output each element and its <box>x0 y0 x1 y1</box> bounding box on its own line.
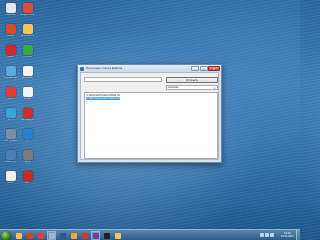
antivirus-icon <box>22 108 33 118</box>
game-icon <box>22 150 33 160</box>
desktop-icon-label: Файл <box>7 182 14 184</box>
path-input[interactable] <box>84 77 162 82</box>
window-client: Открыть AutoSize ▾ C:\Windows\System32\f… <box>80 72 219 160</box>
taskbar-app-icon <box>81 232 88 239</box>
app-icon <box>80 66 84 71</box>
desktop-icon-label: Chrome <box>23 56 32 58</box>
desktop-icon-label: Opera <box>7 56 14 58</box>
taskbar-media-icon <box>26 232 33 239</box>
clock[interactable]: 16:16 19.02.2015 <box>281 232 294 239</box>
desktop-icon[interactable]: PDF <box>20 171 35 184</box>
desktop-icon-label: Фото <box>7 119 14 121</box>
desktop-icon-label: IE <box>26 140 29 142</box>
taskbar-button[interactable] <box>25 231 34 240</box>
photo-icon <box>5 108 16 118</box>
desktop-icon[interactable]: Сеть <box>3 87 18 100</box>
file-listbox[interactable]: C:\Windows\System32\file1.txt C:\Windows… <box>84 92 218 159</box>
desktop-icon[interactable]: Компьютер <box>3 66 18 79</box>
clock-date: 19.02.2015 <box>280 234 294 238</box>
taskbar-folder-icon <box>114 232 121 239</box>
desktop-icon-label: Компьютер <box>3 77 18 79</box>
desktop-icon-label: Настройки <box>4 140 17 142</box>
minimize-button[interactable]: – <box>191 65 199 71</box>
desktop-icon[interactable]: Файл <box>3 171 18 184</box>
taskbar-chrome-icon <box>70 232 77 239</box>
window-title: Получение списка файлов <box>86 66 123 70</box>
chevron-down-icon[interactable]: ▾ <box>213 87 217 91</box>
desktop-icon-label: Документ <box>21 77 34 79</box>
list-item-selected[interactable]: C:\Windows\System32\file2.txt <box>86 96 120 100</box>
desktop-icon[interactable]: Корзина <box>3 3 18 16</box>
file-icon <box>5 171 16 181</box>
taskbar-button[interactable] <box>91 231 100 240</box>
desktop-icon[interactable]: Adobe <box>3 24 18 37</box>
desktop-icon-label: Антивирус <box>21 119 34 121</box>
desktop-icon-label: Yandex <box>23 98 32 100</box>
chrome-icon <box>22 3 33 13</box>
doc-icon <box>22 66 33 76</box>
desktop-icon-label: Сеть <box>7 98 14 100</box>
desktop-icon[interactable]: Google Chrome <box>20 3 35 16</box>
tray-volume-icon[interactable] <box>270 233 274 237</box>
taskbar-button[interactable] <box>36 231 45 240</box>
taskbar-word-icon <box>59 232 66 239</box>
yandex-icon <box>22 87 33 97</box>
show-desktop-button[interactable] <box>296 230 300 240</box>
desktop-icon[interactable]: Антивирус <box>20 108 35 121</box>
taskbar-button[interactable] <box>58 231 67 240</box>
desktop-icon[interactable]: Документ <box>20 66 35 79</box>
network-icon <box>5 87 16 97</box>
tray-flag-icon[interactable] <box>260 233 264 237</box>
recycle-bin-icon <box>5 3 16 13</box>
desktop-icon[interactable]: Opera <box>3 45 18 58</box>
desktop-icon[interactable]: Документы <box>20 24 35 37</box>
taskbar-vs-icon <box>92 232 99 239</box>
maximize-button[interactable]: □ <box>199 65 208 71</box>
desktop-icon[interactable]: IE <box>20 129 35 142</box>
desktop-icon-label: Корзина <box>5 14 16 16</box>
app-icon <box>5 24 16 34</box>
browser-icon <box>22 129 33 139</box>
desktop-icon[interactable]: Монитор <box>3 150 18 163</box>
taskbar-button[interactable] <box>113 231 122 240</box>
desktop-icon[interactable]: Chrome <box>20 45 35 58</box>
desktop-icon-label: Документы <box>20 35 35 37</box>
desktop-icon-label: Игра <box>24 161 31 163</box>
computer-icon <box>5 66 16 76</box>
open-button[interactable]: Открыть <box>166 76 218 83</box>
taskbar-explorer-icon <box>15 232 22 239</box>
combo-value: AutoSize <box>168 86 179 89</box>
taskbar-button[interactable] <box>47 231 56 240</box>
window-titlebar[interactable]: Получение списка файлов – □ ✕ <box>78 65 221 72</box>
taskbar-yandex-icon <box>37 232 44 239</box>
taskbar-cmd-icon <box>103 232 110 239</box>
taskbar-button[interactable] <box>14 231 23 240</box>
folder-icon <box>22 24 33 34</box>
desktop-icon-label: PDF <box>25 182 30 184</box>
pdf-icon <box>22 171 33 181</box>
mode-combobox[interactable]: AutoSize ▾ <box>166 85 218 90</box>
desktop-icon[interactable]: Фото <box>3 108 18 121</box>
desktop-icon-label: Adobe <box>7 35 14 37</box>
opera-icon <box>5 45 16 55</box>
desktop-icon[interactable]: Игра <box>20 150 35 163</box>
tray-network-icon[interactable] <box>265 233 269 237</box>
chrome-2-icon <box>22 45 33 55</box>
taskbar-button[interactable] <box>80 231 89 240</box>
desktop-icon[interactable]: Yandex <box>20 87 35 100</box>
taskbar: 16:16 19.02.2015 <box>0 229 300 240</box>
taskbar-button[interactable] <box>69 231 78 240</box>
close-button[interactable]: ✕ <box>208 65 220 71</box>
taskbar-window-icon <box>48 232 55 239</box>
app-window: Получение списка файлов – □ ✕ Открыть Au… <box>77 64 222 163</box>
desktop-icon-label: Монитор <box>5 161 16 163</box>
monitor-icon <box>5 150 16 160</box>
start-button[interactable] <box>1 230 11 240</box>
desktop-icon[interactable]: Настройки <box>3 129 18 142</box>
desktop-icon-label: Google Chrome <box>20 14 35 16</box>
settings-icon <box>5 129 16 139</box>
taskbar-button[interactable] <box>102 231 111 240</box>
